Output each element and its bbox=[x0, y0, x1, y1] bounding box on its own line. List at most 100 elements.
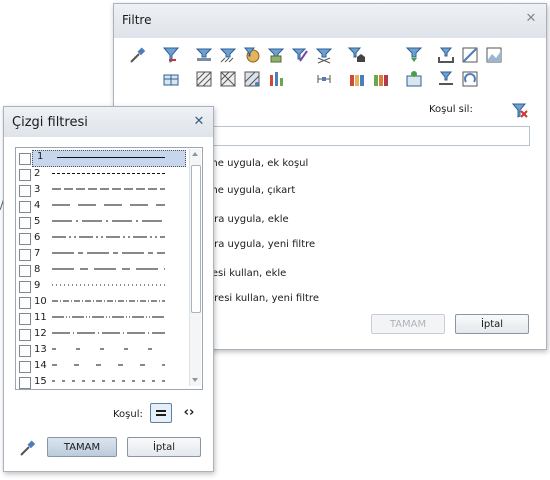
line-type-checkbox[interactable] bbox=[19, 329, 31, 341]
hatch-grid-icon[interactable] bbox=[194, 69, 214, 89]
dimension-icon[interactable] bbox=[314, 69, 334, 89]
line-sample-dash-long bbox=[52, 188, 165, 190]
line-type-checkbox[interactable] bbox=[19, 169, 31, 181]
line-type-checkbox[interactable] bbox=[19, 217, 31, 229]
delete-condition-icon[interactable] bbox=[510, 101, 530, 121]
filter-level-icon[interactable] bbox=[436, 69, 456, 89]
scroll-up-icon[interactable] bbox=[192, 152, 198, 156]
line-type-checkbox[interactable] bbox=[19, 185, 31, 197]
line-type-checkbox[interactable] bbox=[19, 377, 31, 389]
condition-delete-label: Koşul sil: bbox=[429, 104, 473, 115]
line-sample-long-short-gap bbox=[52, 268, 165, 270]
line-type-number: 8 bbox=[34, 264, 41, 275]
line-sample-long-gap bbox=[52, 204, 165, 206]
color-bars-icon[interactable] bbox=[266, 69, 286, 89]
line-sample-dash-sparse-short bbox=[52, 380, 165, 382]
option-use-new-filter[interactable]: eresi kullan, yeni filtre bbox=[208, 293, 319, 304]
equals-button[interactable] bbox=[150, 403, 172, 423]
line-type-number: 6 bbox=[34, 232, 41, 243]
line-type-checkbox[interactable] bbox=[19, 313, 31, 325]
pipette-icon[interactable] bbox=[18, 438, 38, 458]
line-sample-dotted bbox=[52, 284, 165, 286]
line-type-number: 4 bbox=[34, 200, 41, 211]
line-cancel-button[interactable]: İptal bbox=[127, 437, 201, 457]
option-subtract[interactable]: me uygula, çıkart bbox=[208, 185, 295, 196]
line-type-list: 1 2 3 4 5 6 7 8 9 10 11 12 13 14 15 bbox=[15, 147, 203, 390]
filter-table-icon[interactable] bbox=[161, 69, 181, 89]
filter-rotate-icon[interactable] bbox=[460, 69, 480, 89]
line-type-checkbox[interactable] bbox=[19, 153, 31, 165]
line-type-checkbox[interactable] bbox=[19, 249, 31, 261]
filter-tray-icon[interactable] bbox=[436, 45, 456, 65]
filter-object-icon[interactable] bbox=[404, 69, 424, 89]
filter-hatch-icon[interactable] bbox=[218, 45, 238, 65]
line-filter-titlebar[interactable]: Çizgi filtresi ✕ bbox=[4, 107, 213, 137]
filter-down-icon[interactable] bbox=[404, 45, 424, 65]
line-sample-dash-dot-dot bbox=[52, 236, 165, 238]
line-sample-long-short bbox=[52, 252, 165, 254]
line-sample-dash-dot bbox=[52, 220, 165, 222]
line-sample-dash-dot-dot-fine bbox=[52, 316, 165, 318]
close-icon[interactable]: ✕ bbox=[192, 115, 206, 129]
line-type-number: 12 bbox=[34, 328, 47, 339]
line-type-number: 2 bbox=[34, 168, 41, 179]
line-type-checkbox[interactable] bbox=[19, 361, 31, 373]
line-sample-long-dot bbox=[52, 332, 165, 334]
line-sample-dash bbox=[52, 173, 165, 174]
close-icon[interactable]: ✕ bbox=[524, 12, 538, 26]
line-sample-dash-dot-fine bbox=[52, 300, 165, 302]
line-sample-sparse-dash-2 bbox=[52, 364, 165, 366]
scroll-thumb[interactable] bbox=[191, 165, 201, 313]
line-type-number: 11 bbox=[34, 312, 47, 323]
option-apply-add[interactable]: ara uygula, ekle bbox=[208, 214, 289, 225]
list-scrollbar[interactable] bbox=[189, 149, 201, 386]
filter-dialog-title: Filtre bbox=[122, 13, 152, 27]
line-type-rows: 1 2 3 4 5 6 7 8 9 10 11 12 13 14 15 bbox=[16, 148, 186, 389]
line-type-checkbox[interactable] bbox=[19, 233, 31, 245]
filter-pen-icon[interactable] bbox=[290, 45, 310, 65]
not-equals-button[interactable]: ‹› bbox=[178, 403, 200, 423]
line-type-checkbox[interactable] bbox=[19, 345, 31, 357]
line-type-number: 10 bbox=[34, 296, 47, 307]
filter-cross-icon[interactable] bbox=[314, 45, 334, 65]
filter-layer-icon[interactable] bbox=[194, 45, 214, 65]
condition-label: Koşul: bbox=[113, 409, 143, 420]
filter-house-icon[interactable] bbox=[347, 45, 367, 65]
line-type-number: 7 bbox=[34, 248, 41, 259]
filter-terrain-icon[interactable] bbox=[484, 45, 504, 65]
filter-circle-icon[interactable] bbox=[242, 45, 262, 65]
filter-dialog-titlebar[interactable]: Filtre ✕ bbox=[114, 4, 546, 38]
filter-3d-icon[interactable] bbox=[266, 45, 286, 65]
filter-slope-icon[interactable] bbox=[460, 45, 480, 65]
hatch-fill-icon[interactable] bbox=[242, 69, 262, 89]
filter-funnel-icon[interactable] bbox=[161, 45, 181, 65]
line-type-number: 13 bbox=[34, 344, 47, 355]
not-equal-icon: ‹› bbox=[183, 405, 195, 420]
line-type-number: 14 bbox=[34, 360, 47, 371]
option-use-add[interactable]: resi kullan, ekle bbox=[208, 268, 286, 279]
selection-highlight bbox=[32, 150, 186, 167]
line-filter-dialog: Çizgi filtresi ✕ 1 2 3 4 5 6 7 8 9 10 11… bbox=[3, 106, 214, 472]
line-type-number: 3 bbox=[34, 184, 41, 195]
ok-button[interactable]: TAMAM bbox=[371, 314, 445, 334]
line-type-checkbox[interactable] bbox=[19, 201, 31, 213]
line-type-checkbox[interactable] bbox=[19, 281, 31, 293]
line-sample-sparse-dash bbox=[52, 348, 165, 350]
hatch-cross-icon[interactable] bbox=[218, 69, 238, 89]
line-filter-title: Çizgi filtresi bbox=[12, 115, 88, 130]
line-type-number: 5 bbox=[34, 216, 41, 227]
color-gradient-icon[interactable] bbox=[371, 69, 391, 89]
scroll-down-icon[interactable] bbox=[192, 378, 198, 382]
filter-input[interactable] bbox=[208, 126, 530, 146]
line-type-number: 1 bbox=[37, 151, 44, 162]
palette-icon[interactable] bbox=[347, 69, 367, 89]
line-sample-solid bbox=[57, 157, 165, 158]
option-apply-new-filter[interactable]: ara uygula, yeni filtre bbox=[208, 239, 315, 250]
equals-icon bbox=[156, 410, 166, 412]
cancel-button[interactable]: İptal bbox=[455, 314, 529, 334]
option-add-condition[interactable]: me uygula, ek koşul bbox=[208, 158, 308, 169]
pipette-icon[interactable] bbox=[128, 45, 148, 65]
line-type-checkbox[interactable] bbox=[19, 265, 31, 277]
line-type-checkbox[interactable] bbox=[19, 297, 31, 309]
line-ok-button[interactable]: TAMAM bbox=[47, 437, 117, 457]
